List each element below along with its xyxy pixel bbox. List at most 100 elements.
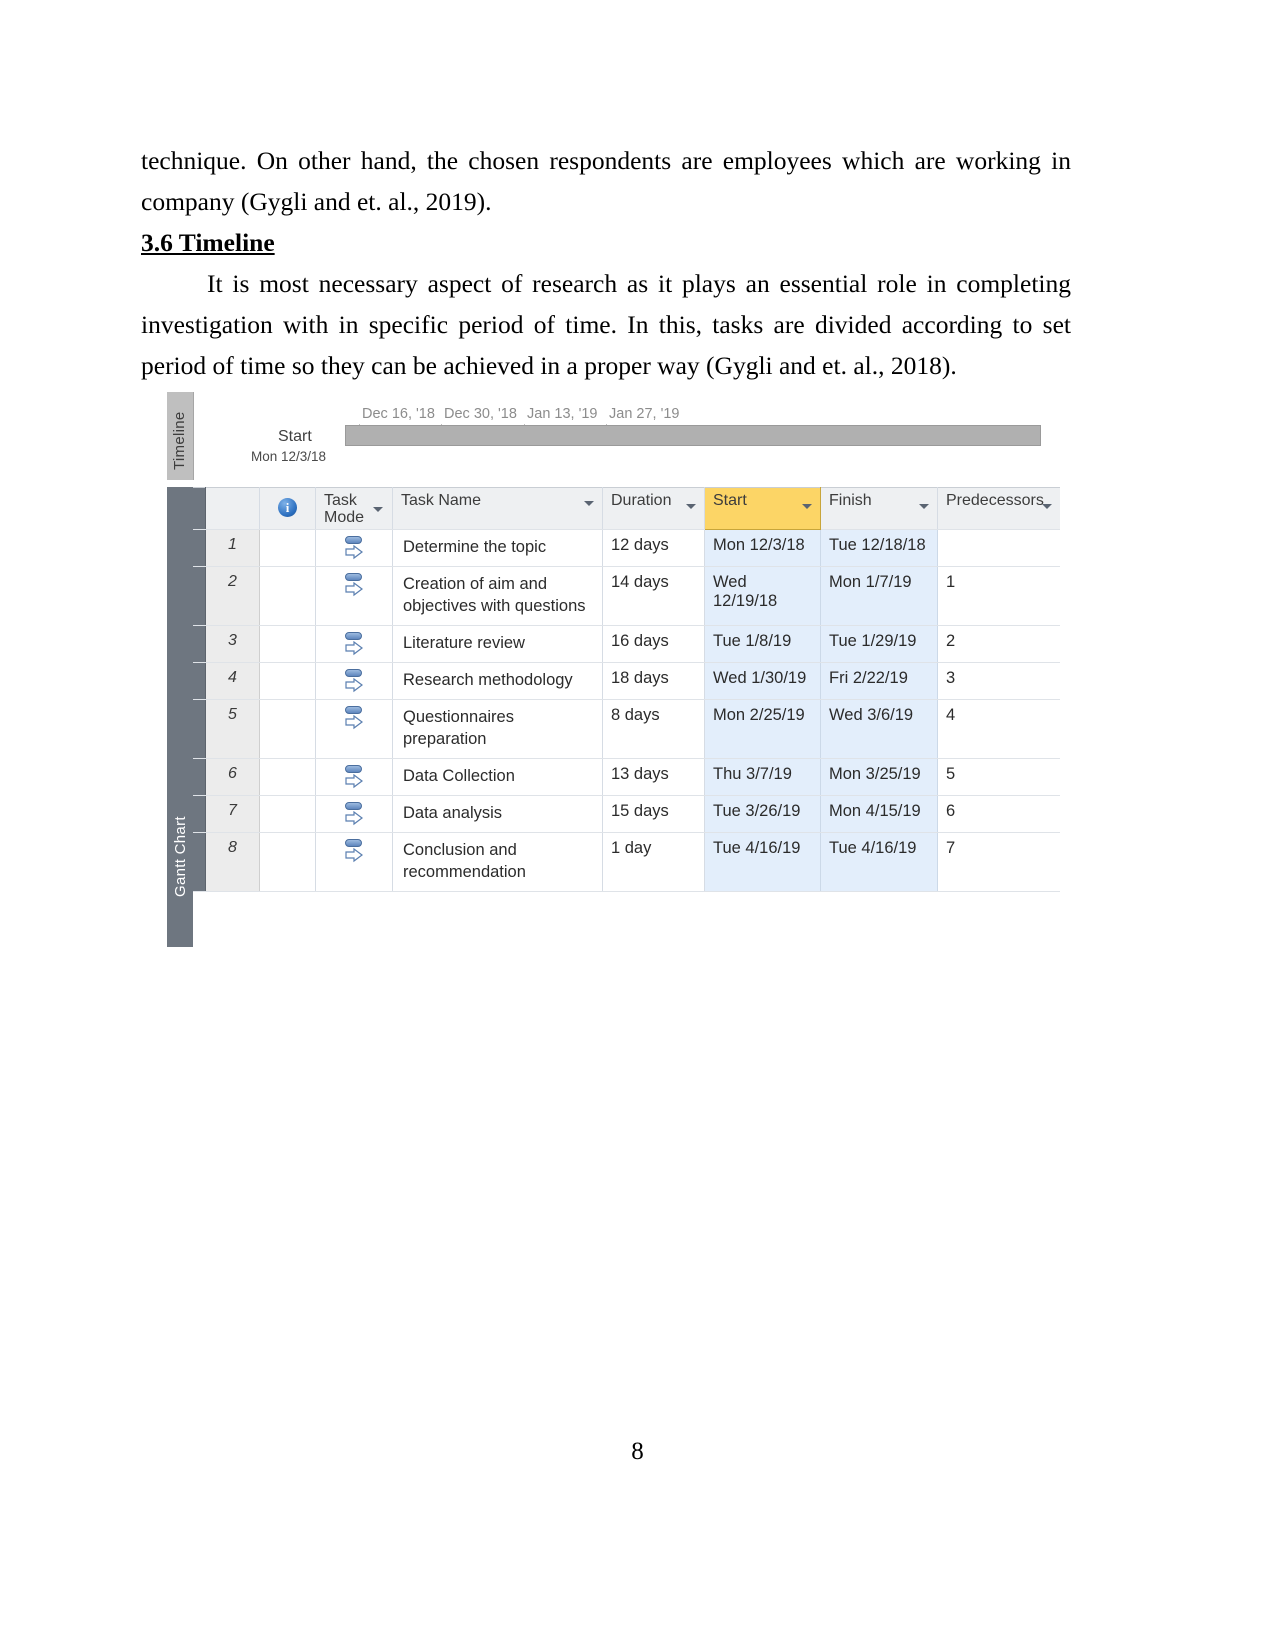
row-duration[interactable]: 18 days	[602, 662, 705, 700]
select-all-corner[interactable]	[193, 487, 206, 530]
table-row[interactable]: 2 Creation of aim and objectives with qu…	[193, 566, 1060, 626]
row-duration[interactable]: 14 days	[602, 566, 705, 626]
table-row[interactable]: 3 Literature review 16 days Tue 1/8/19 T…	[193, 625, 1060, 663]
column-header-indicators[interactable]: i	[259, 487, 316, 530]
row-id[interactable]: 7	[205, 795, 260, 833]
chevron-down-icon-finish[interactable]	[919, 504, 929, 509]
row-start[interactable]: Tue 1/8/19	[704, 625, 821, 663]
row-duration[interactable]: 13 days	[602, 758, 705, 796]
row-task-mode[interactable]	[315, 566, 393, 626]
chevron-down-icon-task-mode[interactable]	[373, 507, 383, 512]
row-task-name[interactable]: Conclusion and recommendation	[392, 832, 603, 892]
gantt-chart-side-label: Gantt Chart	[167, 487, 193, 947]
row-task-mode[interactable]	[315, 662, 393, 700]
row-task-name[interactable]: Questionnaires preparation	[392, 699, 603, 759]
paragraph-2: It is most necessary aspect of research …	[141, 263, 1071, 386]
row-start[interactable]: Mon 2/25/19	[704, 699, 821, 759]
row-indicator[interactable]	[259, 566, 316, 626]
row-duration[interactable]: 16 days	[602, 625, 705, 663]
row-corner	[193, 832, 206, 892]
row-indicator[interactable]	[259, 758, 316, 796]
row-start[interactable]: Wed 12/19/18	[704, 566, 821, 626]
row-finish[interactable]: Tue 12/18/18	[820, 529, 938, 567]
manually-scheduled-icon	[343, 631, 365, 657]
row-task-name[interactable]: Creation of aim and objectives with ques…	[392, 566, 603, 626]
column-header-duration[interactable]: Duration	[602, 487, 705, 530]
task-bar-glyph	[345, 839, 362, 847]
column-header-task-name[interactable]: Task Name	[392, 487, 603, 530]
row-duration[interactable]: 12 days	[602, 529, 705, 567]
column-header-id[interactable]	[205, 487, 260, 530]
row-finish[interactable]: Tue 4/16/19	[820, 832, 938, 892]
row-finish[interactable]: Tue 1/29/19	[820, 625, 938, 663]
row-task-name[interactable]: Research methodology	[392, 662, 603, 700]
chevron-down-icon-start[interactable]	[802, 504, 812, 509]
row-id[interactable]: 8	[205, 832, 260, 892]
column-header-finish[interactable]: Finish	[820, 487, 938, 530]
row-task-name[interactable]: Determine the topic	[392, 529, 603, 567]
row-indicator[interactable]	[259, 795, 316, 833]
row-task-mode[interactable]	[315, 699, 393, 759]
row-indicator[interactable]	[259, 699, 316, 759]
row-task-mode[interactable]	[315, 529, 393, 567]
row-start[interactable]: Mon 12/3/18	[704, 529, 821, 567]
row-task-mode[interactable]	[315, 795, 393, 833]
chevron-down-icon-task-name[interactable]	[584, 501, 594, 506]
row-id[interactable]: 3	[205, 625, 260, 663]
row-finish[interactable]: Wed 3/6/19	[820, 699, 938, 759]
row-start[interactable]: Tue 4/16/19	[704, 832, 821, 892]
row-id[interactable]: 5	[205, 699, 260, 759]
table-row[interactable]: 7 Data analysis 15 days Tue 3/26/19 Mon …	[193, 795, 1060, 833]
row-indicator[interactable]	[259, 832, 316, 892]
timeline-date-4: Jan 27, '19	[609, 406, 680, 422]
row-finish[interactable]: Fri 2/22/19	[820, 662, 938, 700]
table-row[interactable]: 5 Questionnaires preparation 8 days Mon …	[193, 699, 1060, 759]
row-task-mode[interactable]	[315, 758, 393, 796]
row-finish[interactable]: Mon 4/15/19	[820, 795, 938, 833]
row-indicator[interactable]	[259, 529, 316, 567]
column-header-predecessors[interactable]: Predecessors	[937, 487, 1060, 530]
row-predecessors[interactable]: 7	[937, 832, 1060, 892]
row-duration[interactable]: 15 days	[602, 795, 705, 833]
column-header-task-mode[interactable]: Task Mode	[315, 487, 393, 530]
row-predecessors[interactable]	[937, 529, 1060, 567]
row-id[interactable]: 2	[205, 566, 260, 626]
table-row[interactable]: 4 Research methodology 18 days Wed 1/30/…	[193, 662, 1060, 700]
row-corner	[193, 566, 206, 626]
table-row[interactable]: 6 Data Collection 13 days Thu 3/7/19 Mon…	[193, 758, 1060, 796]
arrow-right-icon	[345, 678, 363, 693]
row-duration[interactable]: 1 day	[602, 832, 705, 892]
timeline-side-label-text: Timeline	[171, 411, 188, 470]
table-row[interactable]: 8 Conclusion and recommendation 1 day Tu…	[193, 832, 1060, 892]
row-start[interactable]: Tue 3/26/19	[704, 795, 821, 833]
row-predecessors[interactable]: 6	[937, 795, 1060, 833]
chevron-down-icon-duration[interactable]	[686, 504, 696, 509]
row-predecessors[interactable]: 4	[937, 699, 1060, 759]
paragraph-continuation: technique. On other hand, the chosen res…	[141, 140, 1071, 222]
row-start[interactable]: Thu 3/7/19	[704, 758, 821, 796]
row-id[interactable]: 6	[205, 758, 260, 796]
timeline-project-bar[interactable]	[345, 425, 1041, 446]
row-indicator[interactable]	[259, 662, 316, 700]
row-task-name[interactable]: Literature review	[392, 625, 603, 663]
row-task-name[interactable]: Data Collection	[392, 758, 603, 796]
timeline-start-date: Mon 12/3/18	[251, 449, 327, 464]
chevron-down-icon-predecessors[interactable]	[1042, 504, 1052, 509]
row-task-mode[interactable]	[315, 832, 393, 892]
row-finish[interactable]: Mon 3/25/19	[820, 758, 938, 796]
manually-scheduled-icon	[343, 801, 365, 827]
row-predecessors[interactable]: 1	[937, 566, 1060, 626]
row-indicator[interactable]	[259, 625, 316, 663]
row-task-mode[interactable]	[315, 625, 393, 663]
row-predecessors[interactable]: 5	[937, 758, 1060, 796]
row-predecessors[interactable]: 2	[937, 625, 1060, 663]
table-row[interactable]: 1 Determine the topic 12 days Mon 12/3/1…	[193, 529, 1060, 567]
row-id[interactable]: 4	[205, 662, 260, 700]
row-duration[interactable]: 8 days	[602, 699, 705, 759]
row-task-name[interactable]: Data analysis	[392, 795, 603, 833]
column-header-start[interactable]: Start	[704, 487, 821, 530]
row-id[interactable]: 1	[205, 529, 260, 567]
row-start[interactable]: Wed 1/30/19	[704, 662, 821, 700]
row-predecessors[interactable]: 3	[937, 662, 1060, 700]
row-finish[interactable]: Mon 1/7/19	[820, 566, 938, 626]
